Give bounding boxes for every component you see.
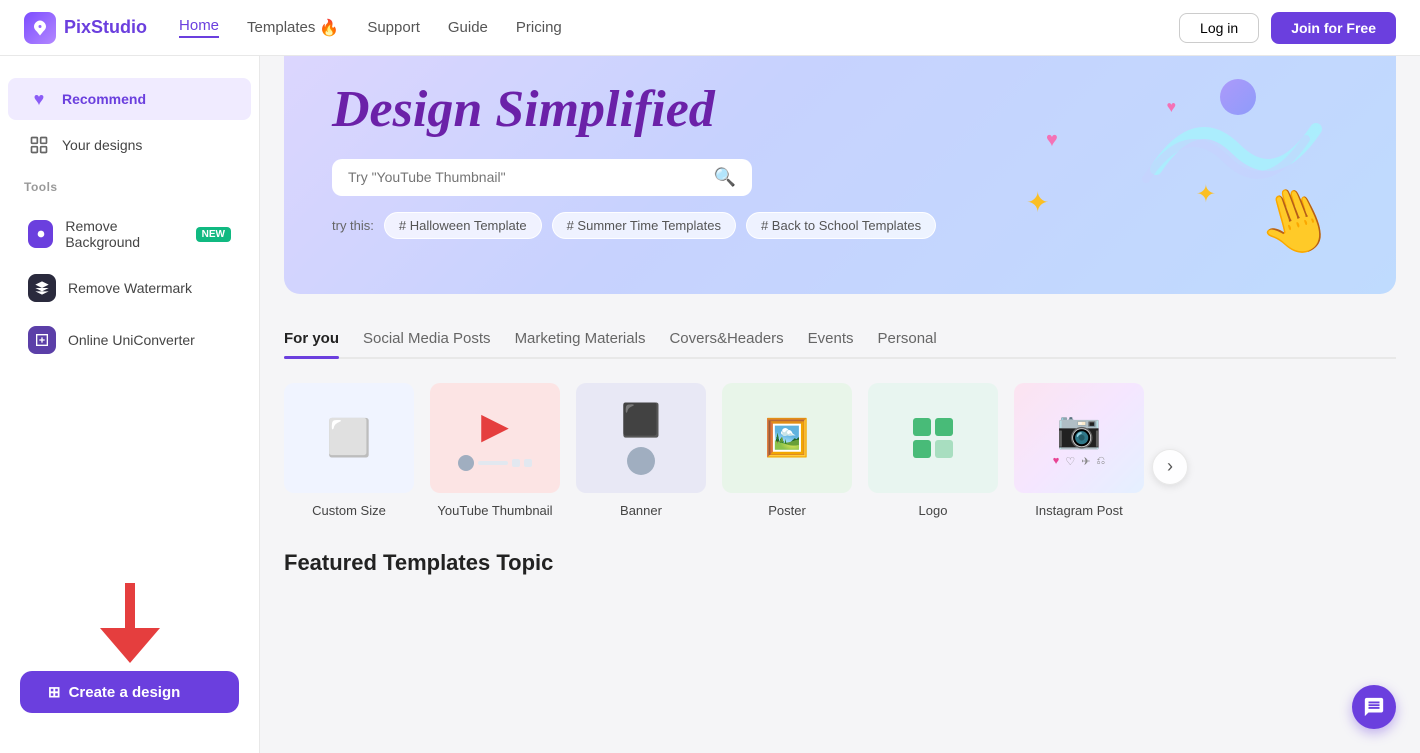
hero-decoration: ♥ ♥ ✦ 🤚 ✦	[986, 44, 1336, 274]
sidebar-item-your-designs[interactable]: Your designs	[8, 124, 251, 166]
scroll-right-button[interactable]: ›	[1152, 449, 1188, 485]
logo[interactable]: PixStudio	[24, 12, 147, 44]
sidebar-item-remove-watermark[interactable]: Remove Watermark	[8, 264, 251, 312]
new-badge: NEW	[196, 227, 231, 242]
instagram-label: Instagram Post	[1035, 503, 1122, 518]
tab-marketing[interactable]: Marketing Materials	[515, 322, 646, 357]
sidebar-bottom: ⊞ Create a design	[0, 563, 259, 733]
design-cards-wrapper: ⬜ Custom Size ▶	[284, 383, 1396, 550]
arrow-down	[100, 583, 160, 663]
remove-background-label: Remove Background	[65, 218, 183, 250]
search-input[interactable]	[348, 169, 706, 185]
custom-icon: ⬜	[327, 417, 372, 459]
nav-right: Log in Join for Free	[1179, 12, 1396, 44]
login-button[interactable]: Log in	[1179, 13, 1259, 43]
nav-home[interactable]: Home	[179, 17, 219, 38]
custom-thumb: ⬜	[284, 383, 414, 493]
insta-action-icons: ♥ ♡ ✈ ⎌	[1053, 455, 1105, 468]
remove-watermark-icon	[28, 274, 56, 302]
design-card-logo[interactable]: Logo	[868, 383, 998, 518]
instagram-inner: 📷 ♥ ♡ ✈ ⎌	[1014, 383, 1144, 493]
logo-label: Logo	[919, 503, 948, 518]
try-tag-school[interactable]: # Back to School Templates	[746, 212, 936, 239]
tab-events[interactable]: Events	[808, 322, 854, 357]
try-tag-halloween[interactable]: # Halloween Template	[384, 212, 542, 239]
design-card-instagram[interactable]: 📷 ♥ ♡ ✈ ⎌ Instagram Post	[1014, 383, 1144, 518]
category-tabs: For you Social Media Posts Marketing Mat…	[284, 322, 1396, 359]
poster-icon: 🖼️	[765, 417, 810, 459]
design-card-youtube[interactable]: ▶ YouTube Thumbnail	[430, 383, 560, 518]
uniconverter-icon	[28, 326, 56, 354]
poster-label: Poster	[768, 503, 806, 518]
sidebar-item-remove-background[interactable]: Remove Background NEW	[8, 208, 251, 260]
youtube-label: YouTube Thumbnail	[437, 503, 552, 518]
banner-label: Banner	[620, 503, 662, 518]
tab-for-you[interactable]: For you	[284, 322, 339, 357]
tab-social-media[interactable]: Social Media Posts	[363, 322, 491, 357]
design-card-poster[interactable]: 🖼️ Poster	[722, 383, 852, 518]
nav-pricing[interactable]: Pricing	[516, 19, 562, 36]
nav-support[interactable]: Support	[367, 19, 420, 36]
remove-background-icon	[28, 220, 53, 248]
navbar: PixStudio Home Templates 🔥 Support Guide…	[0, 0, 1420, 56]
search-bar: 🔍	[332, 159, 752, 196]
youtube-icon: ▶	[481, 405, 509, 447]
your-designs-label: Your designs	[62, 137, 142, 153]
create-btn-label: Create a design	[69, 684, 181, 701]
fire-icon: 🔥	[319, 18, 339, 38]
sidebar-item-recommend[interactable]: ♥ Recommend	[8, 78, 251, 120]
tools-label: Tools	[16, 180, 243, 194]
nav-guide[interactable]: Guide	[448, 19, 488, 36]
uniconverter-label: Online UniConverter	[68, 332, 195, 348]
tab-personal[interactable]: Personal	[878, 322, 937, 357]
tab-covers[interactable]: Covers&Headers	[669, 322, 783, 357]
sidebar-recommend-label: Recommend	[62, 91, 146, 107]
youtube-thumb: ▶	[430, 383, 560, 493]
create-btn-icon: ⊞	[48, 683, 61, 701]
logo-icon	[24, 12, 56, 44]
logo-thumb	[868, 383, 998, 493]
featured-title: Featured Templates Topic	[284, 550, 1396, 576]
remove-watermark-label: Remove Watermark	[68, 280, 192, 296]
try-label: try this:	[332, 218, 374, 233]
designs-icon	[28, 134, 50, 156]
join-button[interactable]: Join for Free	[1271, 12, 1396, 44]
main-content: Design Simplified 🔍 try this: # Hallowee…	[260, 0, 1420, 697]
create-design-button[interactable]: ⊞ Create a design	[20, 671, 239, 713]
heart-icon: ♥	[28, 88, 50, 110]
instagram-thumb: 📷 ♥ ♡ ✈ ⎌	[1014, 383, 1144, 493]
nav-templates[interactable]: Templates 🔥	[247, 18, 339, 38]
search-icon[interactable]: 🔍	[714, 167, 736, 188]
design-card-banner[interactable]: ⬛ Banner	[576, 383, 706, 518]
sidebar-item-uniconverter[interactable]: Online UniConverter	[8, 316, 251, 364]
design-card-custom[interactable]: ⬜ Custom Size	[284, 383, 414, 518]
sidebar: ♥ Recommend Your designs Tools Remove Ba…	[0, 56, 260, 753]
featured-section: Featured Templates Topic	[284, 550, 1396, 576]
chat-bubble[interactable]	[1352, 685, 1396, 729]
logo-text: PixStudio	[64, 17, 147, 38]
instagram-icon: 📷	[1057, 409, 1102, 451]
try-tag-summer[interactable]: # Summer Time Templates	[552, 212, 736, 239]
poster-thumb: 🖼️	[722, 383, 852, 493]
banner-icon: ⬛	[621, 401, 661, 439]
design-cards: ⬜ Custom Size ▶	[284, 383, 1144, 518]
banner-thumb: ⬛	[576, 383, 706, 493]
custom-label: Custom Size	[312, 503, 386, 518]
hero-banner: Design Simplified 🔍 try this: # Hallowee…	[284, 24, 1396, 294]
nav-links: Home Templates 🔥 Support Guide Pricing	[179, 17, 1147, 38]
